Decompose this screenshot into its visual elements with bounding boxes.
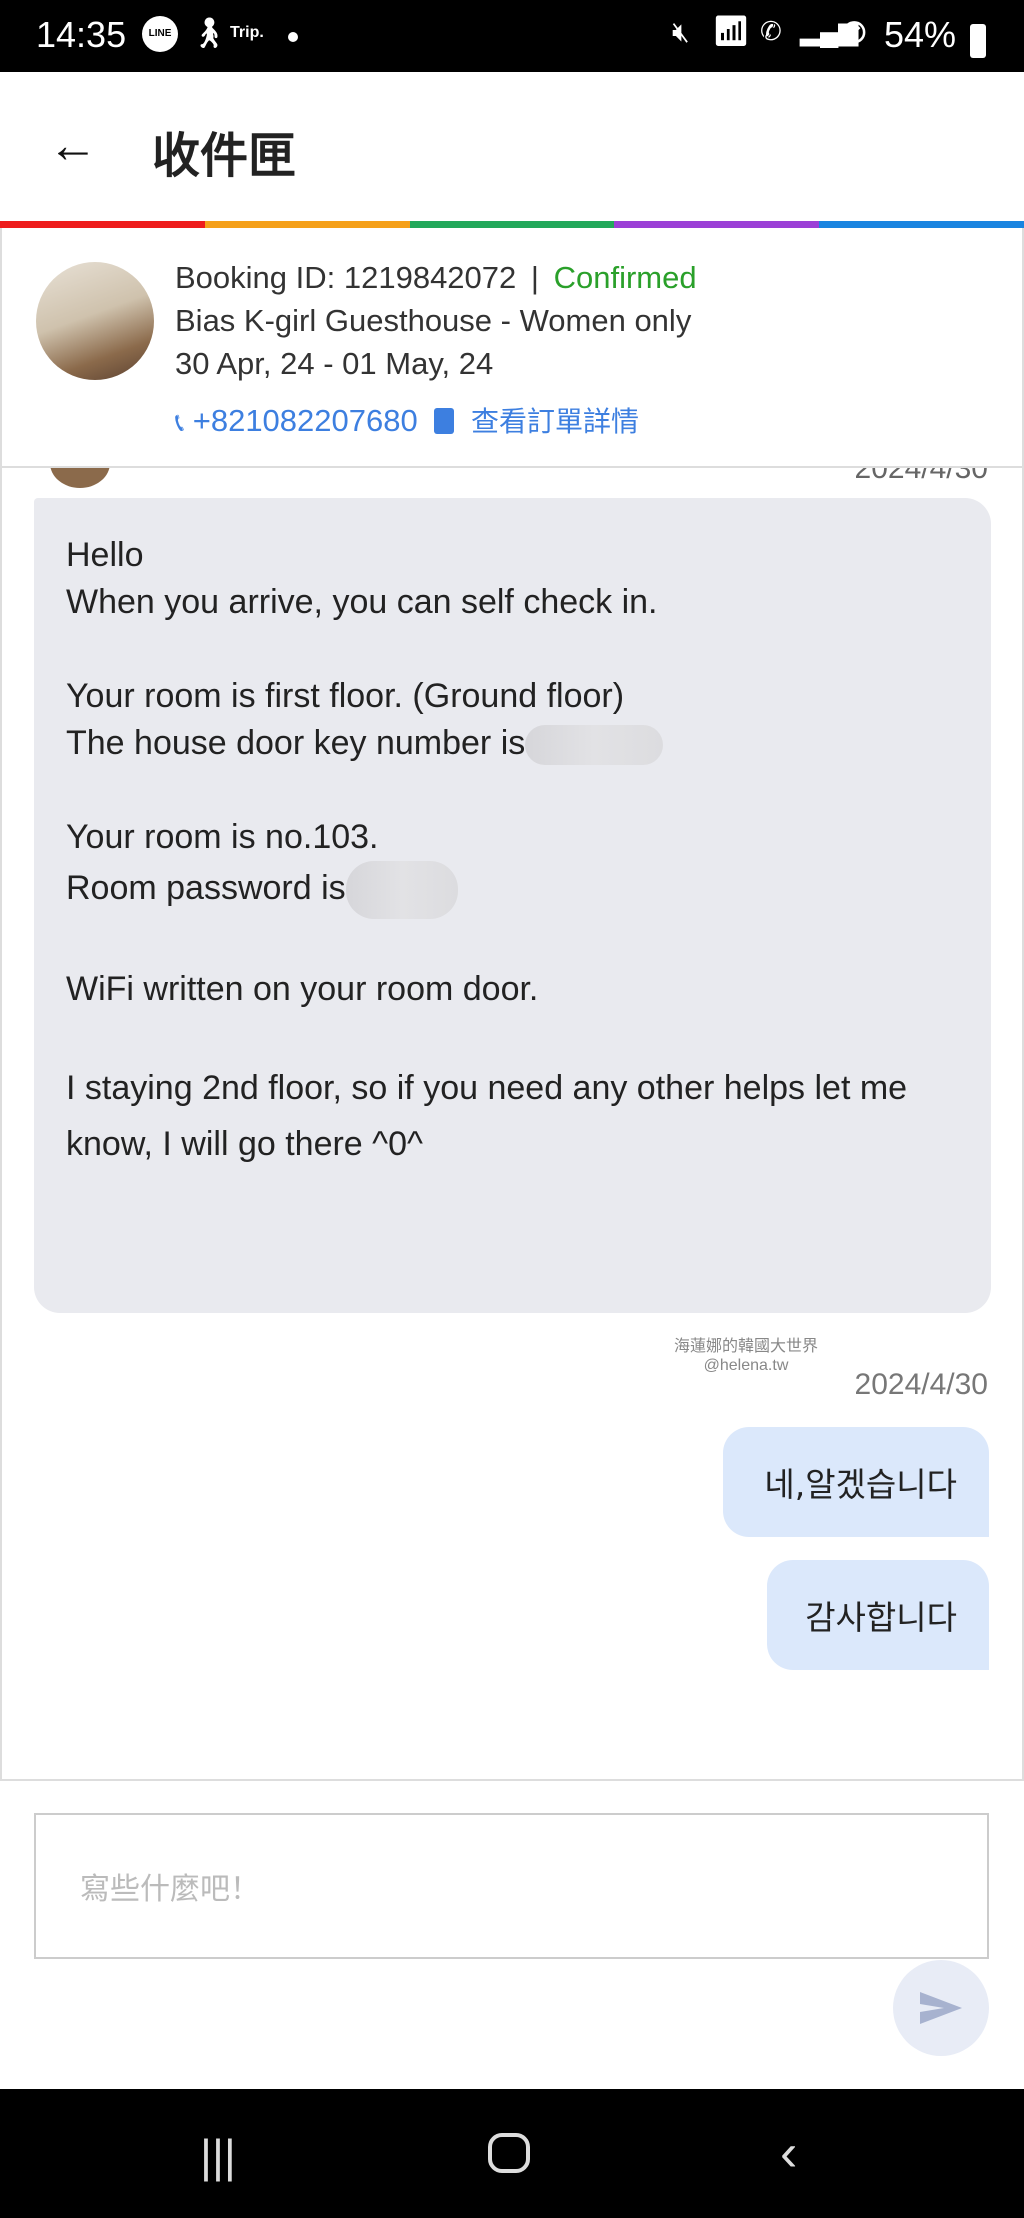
input-placeholder: 寫些什麼吧！ [80, 1872, 260, 1907]
host-message-bubble: Hello When you arrive, you can self chec… [34, 498, 991, 1313]
battery-icon [970, 24, 986, 58]
message-line: When you arrive, you can self check in. [66, 583, 658, 621]
watermark-text: 海蓮娜的韓國大世界 [674, 1336, 819, 1355]
divider [0, 1779, 1024, 1781]
status-badge: Confirmed [553, 260, 697, 295]
message-line: Your room is no.103. [66, 818, 379, 856]
separator: | [530, 260, 539, 295]
message-text: 감사합니다 [805, 1598, 957, 1637]
color-stripe [0, 221, 1024, 228]
message-line: The house door key number is [66, 720, 959, 767]
booking-dates: 30 Apr, 24 - 01 May, 24 [175, 346, 494, 381]
message-line: Your room is first floor. (Ground floor) [66, 677, 625, 715]
message-line: Hello [66, 536, 144, 574]
redacted-key [525, 725, 664, 766]
order-details-link[interactable]: 查看訂單詳情 [471, 405, 639, 438]
password-label: Room password is [66, 868, 346, 907]
message-line [66, 1013, 959, 1060]
chat-area[interactable]: 2024/4/30 Hello When you arrive, you can… [0, 468, 1024, 1779]
battery-percent: 54% [884, 14, 957, 55]
message-line: Room password is [66, 861, 959, 919]
message-input[interactable]: 寫些什麼吧！ [34, 1813, 989, 1959]
suitcase-icon [434, 408, 455, 434]
recents-button[interactable]: ||| [200, 2129, 236, 2183]
host-avatar [50, 468, 110, 488]
hotel-thumbnail [36, 262, 154, 380]
mute-icon: 🔇︎ [672, 16, 690, 47]
message-text: 네,알겠습니다 [764, 1465, 957, 1504]
message-timestamp: 2024/4/30 [854, 468, 988, 485]
user-message-bubble: 네,알겠습니다 [723, 1427, 989, 1537]
walking-icon: 🚶︎ [190, 17, 229, 50]
page-title: 收件匣 [152, 130, 297, 183]
user-message-bubble: 감사합니다 [767, 1560, 989, 1670]
key-number-label: The house door key number is [66, 724, 526, 762]
phone-link[interactable]: +821082207680 [193, 403, 418, 438]
wifi-call-icon: ✆ [760, 16, 782, 46]
stripe-orange [204, 221, 410, 228]
phone-icon: 📞︎ [175, 407, 185, 437]
dnd-icon: ⊘ [840, 13, 869, 51]
stripe-green [409, 221, 615, 228]
message-line: I staying 2nd floor, so if you need any … [66, 1069, 917, 1163]
app-header: ← 收件匣 [0, 72, 1024, 221]
wifi-icon: 📶︎ [712, 15, 751, 48]
send-icon [920, 1992, 962, 2024]
watermark: 海蓮娜的韓國大世界 @helena.tw [674, 1336, 818, 1376]
stripe-purple [614, 221, 820, 228]
system-nav-bar: ||| ‹ [0, 2089, 1024, 2218]
hotel-name: Bias K-girl Guesthouse - Women only [175, 303, 692, 338]
message-line [66, 919, 959, 966]
booking-id: Booking ID: 1219842072 [175, 260, 517, 295]
watermark-handle: @helena.tw [703, 1357, 789, 1374]
status-bar: 14:35 LINE 🚶︎ Trip. 🔇︎ 📶︎ ✆ ▂▄▆ ⊘ 54% [0, 0, 1024, 72]
status-time: 14:35 [36, 14, 127, 55]
message-line: WiFi written on your room door. [66, 970, 539, 1008]
dot-icon [288, 32, 298, 42]
system-back-button[interactable]: ‹ [780, 2123, 797, 2183]
line-icon: LINE [142, 16, 178, 52]
stripe-blue [819, 221, 1024, 228]
booking-card[interactable]: Booking ID: 1219842072 | Confirmed Bias … [0, 228, 1024, 468]
stripe-red [0, 221, 205, 228]
message-timestamp: 2024/4/30 [854, 1368, 988, 1401]
home-button[interactable] [488, 2133, 530, 2173]
back-arrow-icon[interactable]: ← [48, 120, 98, 170]
booking-id-row: Booking ID: 1219842072 | Confirmed [175, 260, 697, 296]
send-button[interactable] [893, 1960, 989, 2056]
message-line [66, 626, 959, 673]
redacted-password [345, 861, 458, 919]
trip-icon: Trip. [230, 24, 264, 41]
message-line [66, 767, 959, 814]
